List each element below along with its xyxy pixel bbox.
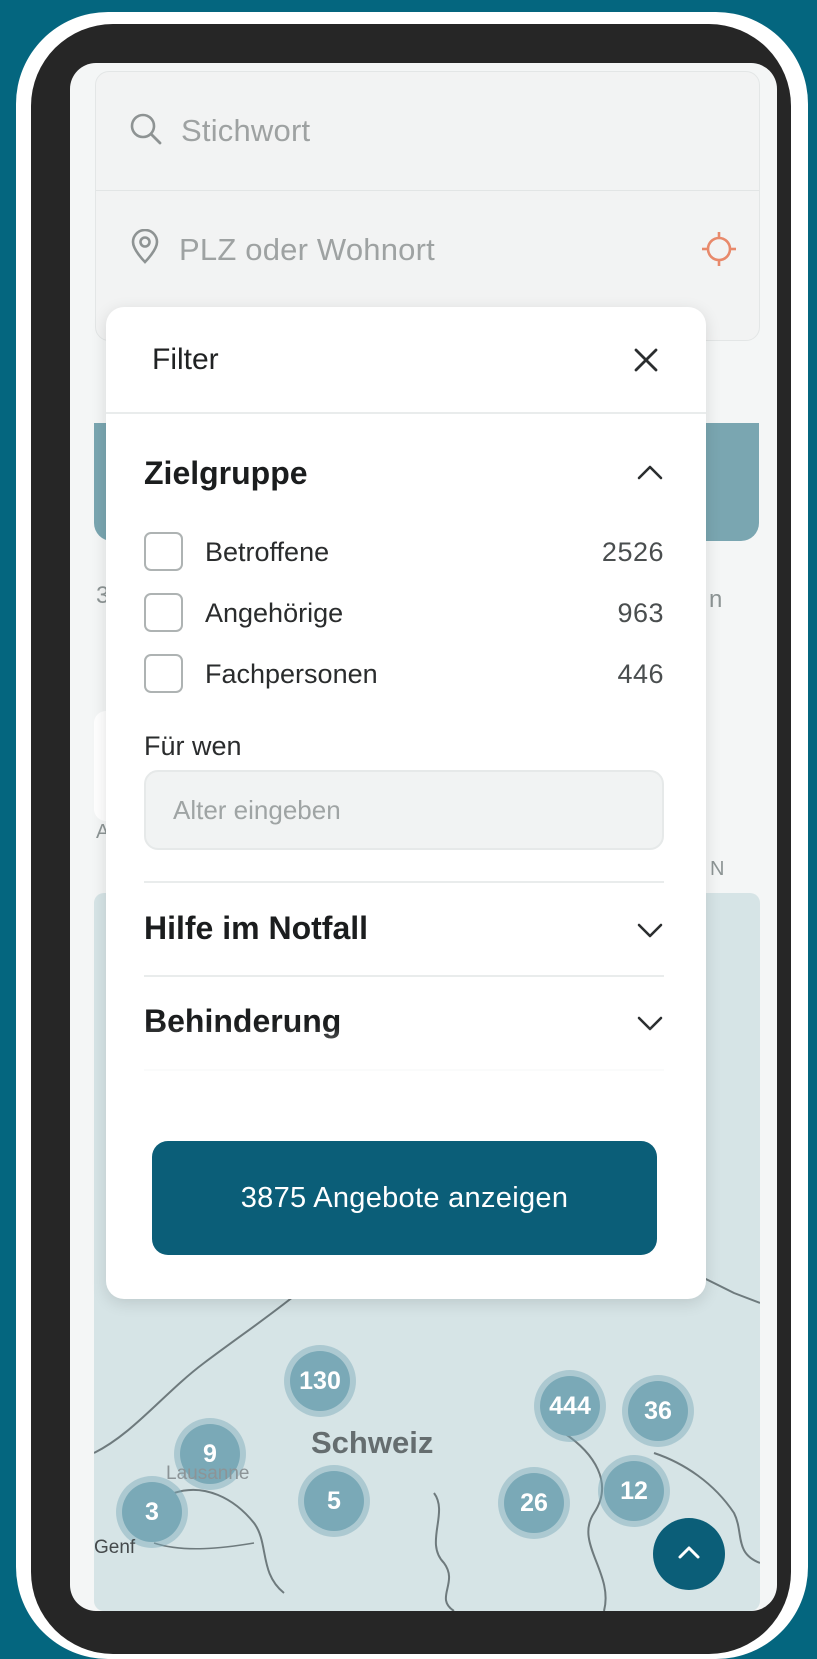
close-icon[interactable]: [631, 345, 661, 380]
keyword-search-field[interactable]: Stichwort: [96, 72, 759, 190]
target-group-option[interactable]: Angehörige 963: [144, 593, 664, 633]
map-country-label: Schweiz: [311, 1425, 434, 1460]
option-count: 2526: [601, 537, 664, 567]
chevron-up-icon: [676, 1544, 702, 1565]
section-title-zielgruppe[interactable]: Zielgruppe: [144, 455, 308, 492]
map-cluster[interactable]: 130: [290, 1351, 350, 1411]
location-search-field[interactable]: PLZ oder Wohnort: [96, 190, 759, 308]
divider: [144, 975, 664, 977]
results-label-fragment: n: [709, 586, 723, 613]
filter-panel: Filter Zielgruppe Betroffene 2526 Angehö…: [106, 307, 706, 1299]
map-cluster[interactable]: 26: [504, 1473, 564, 1533]
search-icon: [129, 112, 163, 151]
section-title-hilfe-im-notfall[interactable]: Hilfe im Notfall: [144, 910, 368, 947]
app-screen: Stichwort PLZ oder Wohnort 3 n A N 130 4…: [70, 63, 777, 1611]
keyword-search-placeholder: Stichwort: [181, 113, 311, 148]
show-offers-button[interactable]: 3875 Angebote anzeigen: [152, 1141, 657, 1255]
option-count: 446: [617, 659, 664, 689]
map-tab-right-fragment: N: [710, 858, 725, 880]
map-city-label: Lausanne: [166, 1463, 250, 1484]
option-label: Fachpersonen: [205, 659, 378, 689]
crosshair-icon[interactable]: [699, 229, 739, 274]
option-count: 963: [617, 598, 664, 628]
map-cluster[interactable]: 444: [540, 1376, 600, 1436]
divider: [144, 881, 664, 883]
location-search-placeholder: PLZ oder Wohnort: [179, 231, 435, 267]
scroll-to-top-button[interactable]: [653, 1518, 725, 1590]
filter-title: Filter: [152, 343, 219, 376]
option-label: Angehörige: [205, 598, 344, 628]
chevron-up-icon[interactable]: [635, 462, 665, 487]
checkbox[interactable]: [144, 593, 183, 632]
option-label: Betroffene: [205, 537, 330, 567]
location-pin-icon: [129, 228, 161, 270]
map-cluster[interactable]: 12: [604, 1461, 664, 1521]
chevron-down-icon[interactable]: [635, 920, 665, 945]
filter-header: Filter: [106, 307, 706, 414]
scroll-fade-overlay: [106, 1025, 706, 1135]
map-city-label: Genf: [94, 1537, 136, 1558]
checkbox[interactable]: [144, 654, 183, 693]
checkbox[interactable]: [144, 532, 183, 571]
search-card: Stichwort PLZ oder Wohnort: [95, 71, 760, 341]
for-whom-label: Für wen: [144, 731, 242, 761]
age-input[interactable]: [144, 770, 664, 850]
target-group-option[interactable]: Betroffene 2526: [144, 532, 664, 572]
map-cluster[interactable]: 36: [628, 1381, 688, 1441]
map-cluster[interactable]: 5: [304, 1471, 364, 1531]
target-group-option[interactable]: Fachpersonen 446: [144, 654, 664, 694]
map-cluster[interactable]: 3: [122, 1482, 182, 1542]
